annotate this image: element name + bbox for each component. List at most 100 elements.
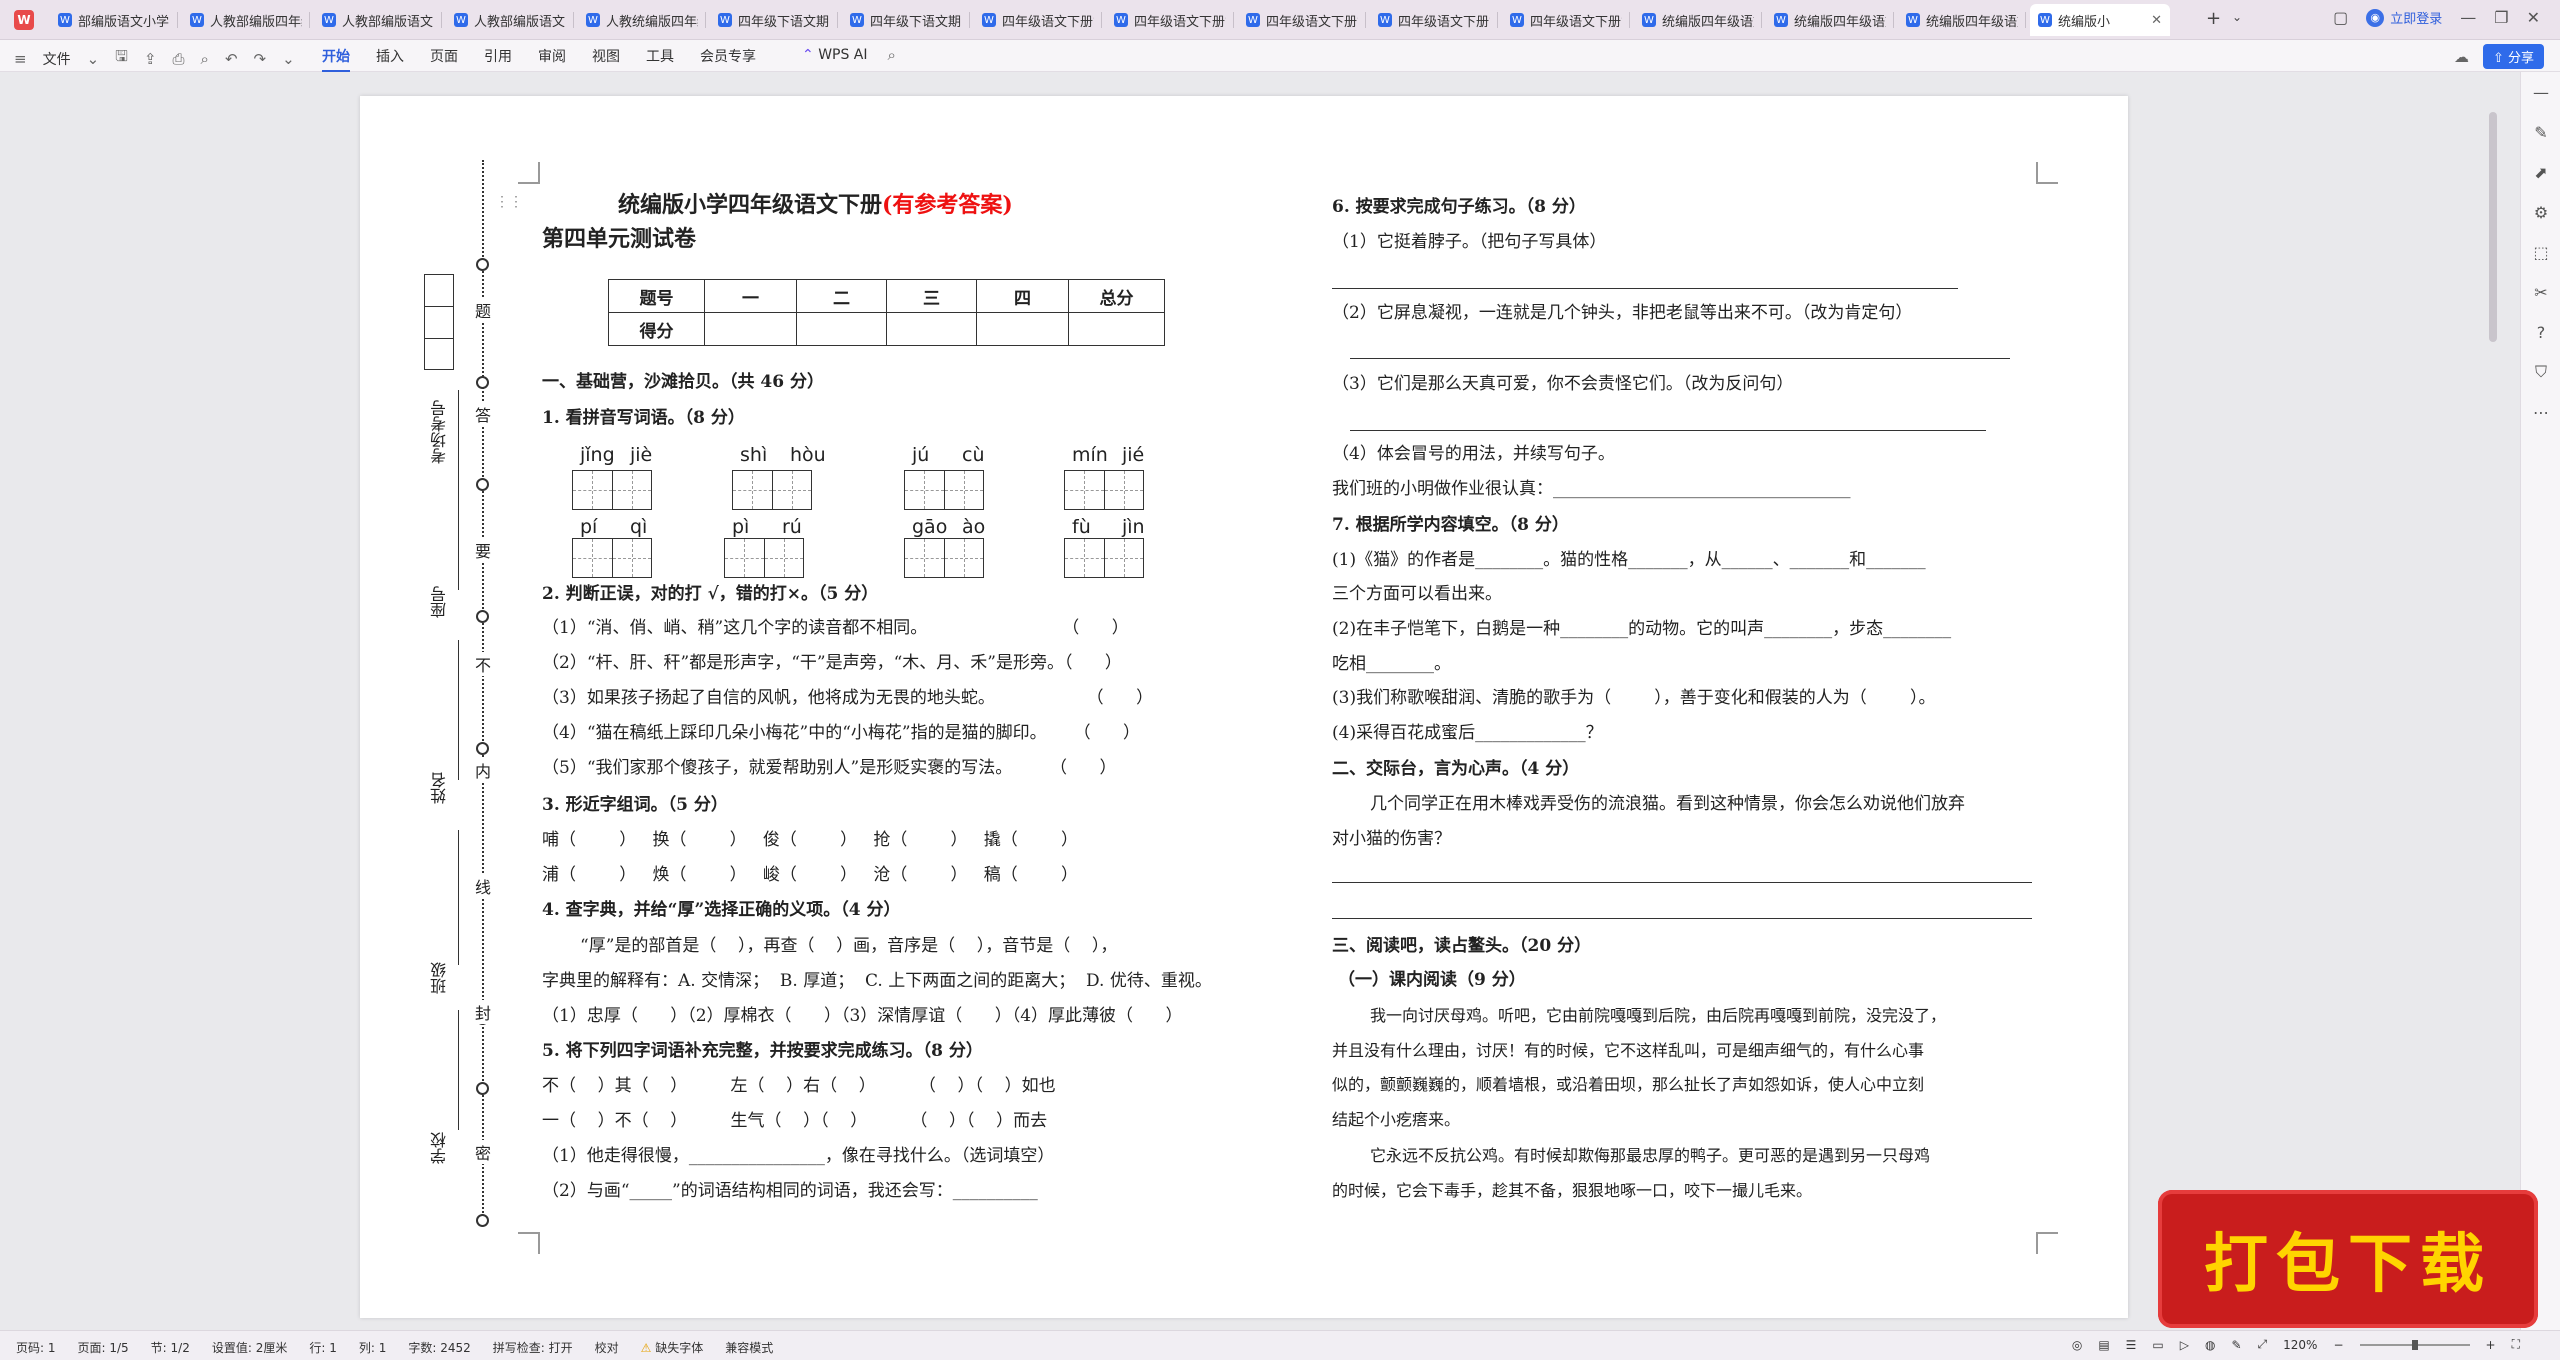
- status-item[interactable]: 拼写检查: 打开: [493, 1339, 573, 1356]
- tools-icon[interactable]: ✂: [2521, 272, 2560, 312]
- share-button[interactable]: ⇧ 分享: [2482, 44, 2544, 69]
- search-icon[interactable]: ⌕: [888, 46, 896, 64]
- save-icon[interactable]: 🖫: [115, 46, 128, 71]
- status-item[interactable]: 字数: 2452: [408, 1339, 470, 1356]
- new-tab-button[interactable]: +: [2206, 8, 2221, 29]
- answer-line[interactable]: [1332, 882, 2032, 883]
- grid-cell[interactable]: [612, 539, 652, 577]
- document-tab[interactable]: W 四年级语文下册第: [1238, 4, 1366, 36]
- eye-icon[interactable]: ◎: [2072, 1338, 2082, 1352]
- document-tab[interactable]: W 四年级下语文期中: [842, 4, 970, 36]
- grid-cell[interactable]: [905, 471, 945, 509]
- grid-cell[interactable]: [1065, 539, 1105, 577]
- play-icon[interactable]: ▷: [2180, 1338, 2189, 1352]
- zoom-slider-thumb[interactable]: [2411, 1339, 2418, 1350]
- tab-list-chevron-icon[interactable]: ⌄: [2232, 10, 2242, 24]
- chevron-down-icon[interactable]: ⌄: [87, 50, 100, 68]
- answer-line[interactable]: [1350, 430, 1986, 431]
- document-tab[interactable]: W 四年级语文下册第: [1370, 4, 1498, 36]
- grid-cell[interactable]: [944, 471, 984, 509]
- answer-line[interactable]: [1332, 288, 1958, 289]
- page-view-icon[interactable]: ▤: [2098, 1338, 2109, 1352]
- menu-tab[interactable]: 引用: [484, 46, 512, 72]
- status-item[interactable]: 兼容模式: [725, 1339, 773, 1356]
- wps-logo-icon[interactable]: W: [14, 10, 34, 30]
- menu-tab[interactable]: 视图: [592, 46, 620, 72]
- window-layout-icon[interactable]: ▢: [2333, 8, 2348, 27]
- grid-cell[interactable]: [1104, 471, 1144, 509]
- grid-cell[interactable]: [573, 539, 613, 577]
- document-tab[interactable]: W 统编版小 ✕: [2030, 4, 2170, 36]
- grid-cell[interactable]: [733, 471, 773, 509]
- status-item[interactable]: 行: 1: [309, 1339, 337, 1356]
- status-item[interactable]: 页面: 1/5: [78, 1339, 129, 1356]
- grid-cell[interactable]: [764, 539, 804, 577]
- menu-tab[interactable]: 会员专享: [700, 46, 756, 72]
- document-tab[interactable]: W 四年级语文下册第: [1502, 4, 1630, 36]
- fit-icon[interactable]: ⤢: [2258, 1337, 2268, 1352]
- maximize-button[interactable]: ❐: [2494, 8, 2508, 27]
- minimize-button[interactable]: —: [2460, 8, 2476, 27]
- grid-cell[interactable]: [1065, 471, 1105, 509]
- download-banner[interactable]: 打包下载: [2158, 1190, 2538, 1328]
- settings-icon[interactable]: ⚙: [2521, 192, 2560, 232]
- drag-handle-icon[interactable]: ⋮⋮: [495, 194, 523, 210]
- status-item[interactable]: 页码: 1: [16, 1339, 56, 1356]
- close-window-button[interactable]: ✕: [2527, 8, 2540, 27]
- menu-tab[interactable]: 开始: [322, 46, 350, 72]
- status-item[interactable]: 列: 1: [359, 1339, 387, 1356]
- document-tab[interactable]: W 统编版四年级语文: [1634, 4, 1762, 36]
- document-tab[interactable]: W 人教部编版四年级: [182, 4, 310, 36]
- document-tab[interactable]: W 人教统编版四年级: [578, 4, 706, 36]
- zoom-in-button[interactable]: +: [2486, 1338, 2496, 1352]
- more-chevron-icon[interactable]: ⌄: [282, 50, 295, 68]
- select-icon[interactable]: ⬈: [2521, 152, 2560, 192]
- document-tab[interactable]: W 统编版四年级语文: [1766, 4, 1894, 36]
- status-item-warning[interactable]: ⚠ 缺失字体: [641, 1339, 704, 1356]
- screenshot-icon[interactable]: ⬚: [2521, 232, 2560, 272]
- status-item[interactable]: 节: 1/2: [151, 1339, 190, 1356]
- print-icon[interactable]: ⎙: [173, 50, 185, 68]
- vertical-scrollbar[interactable]: [2489, 112, 2497, 342]
- pen-icon[interactable]: ✎: [2231, 1338, 2241, 1352]
- grid-cell[interactable]: [905, 539, 945, 577]
- grid-cell[interactable]: [772, 471, 812, 509]
- shirt-icon[interactable]: ⛉: [2521, 352, 2560, 392]
- zoom-slider[interactable]: [2359, 1339, 2470, 1350]
- grid-cell[interactable]: [612, 471, 652, 509]
- menu-tab[interactable]: 页面: [430, 46, 458, 72]
- fullscreen-icon[interactable]: ⛶: [2512, 1337, 2520, 1352]
- document-tab[interactable]: W 人教部编版语文四: [314, 4, 442, 36]
- undo-icon[interactable]: ↶: [225, 50, 238, 68]
- web-view-icon[interactable]: ◍: [2205, 1338, 2215, 1352]
- preview-icon[interactable]: ⌕: [201, 50, 209, 68]
- grid-cell[interactable]: [944, 539, 984, 577]
- outline-view-icon[interactable]: ☰: [2126, 1338, 2137, 1352]
- help-icon[interactable]: ?: [2521, 312, 2560, 352]
- collapse-icon[interactable]: —: [2521, 72, 2560, 112]
- login-button[interactable]: ◉ 立即登录: [2366, 8, 2442, 27]
- menu-tab[interactable]: 插入: [376, 46, 404, 72]
- document-tab[interactable]: W 四年级下语文期中: [710, 4, 838, 36]
- answer-line[interactable]: [1332, 918, 2032, 919]
- zoom-level[interactable]: 120%: [2283, 1338, 2317, 1352]
- document-canvas[interactable]: [0, 72, 2540, 1330]
- edit-icon[interactable]: ✎: [2521, 112, 2560, 152]
- redo-icon[interactable]: ↷: [254, 50, 267, 68]
- hamburger-icon[interactable]: ≡: [14, 50, 27, 68]
- document-tab[interactable]: W 四年级语文下册第: [1106, 4, 1234, 36]
- cloud-icon[interactable]: ☁: [2454, 48, 2469, 66]
- export-icon[interactable]: ⇪: [144, 50, 157, 68]
- document-tab[interactable]: W 部编版语文小学四: [50, 4, 178, 36]
- document-tab[interactable]: W 统编版四年级语文: [1898, 4, 2026, 36]
- document-tab[interactable]: W 四年级语文下册第: [974, 4, 1102, 36]
- answer-line[interactable]: [1350, 358, 2010, 359]
- close-tab-icon[interactable]: ✕: [2151, 13, 2162, 28]
- grid-cell[interactable]: [1104, 539, 1144, 577]
- status-item[interactable]: 校对: [595, 1339, 619, 1356]
- menu-tab[interactable]: 审阅: [538, 46, 566, 72]
- wps-ai-button[interactable]: ⌃ WPS AI: [802, 47, 868, 63]
- read-view-icon[interactable]: ▭: [2152, 1338, 2163, 1352]
- more-icon[interactable]: ⋯: [2521, 392, 2560, 432]
- file-menu[interactable]: 文件: [43, 49, 71, 69]
